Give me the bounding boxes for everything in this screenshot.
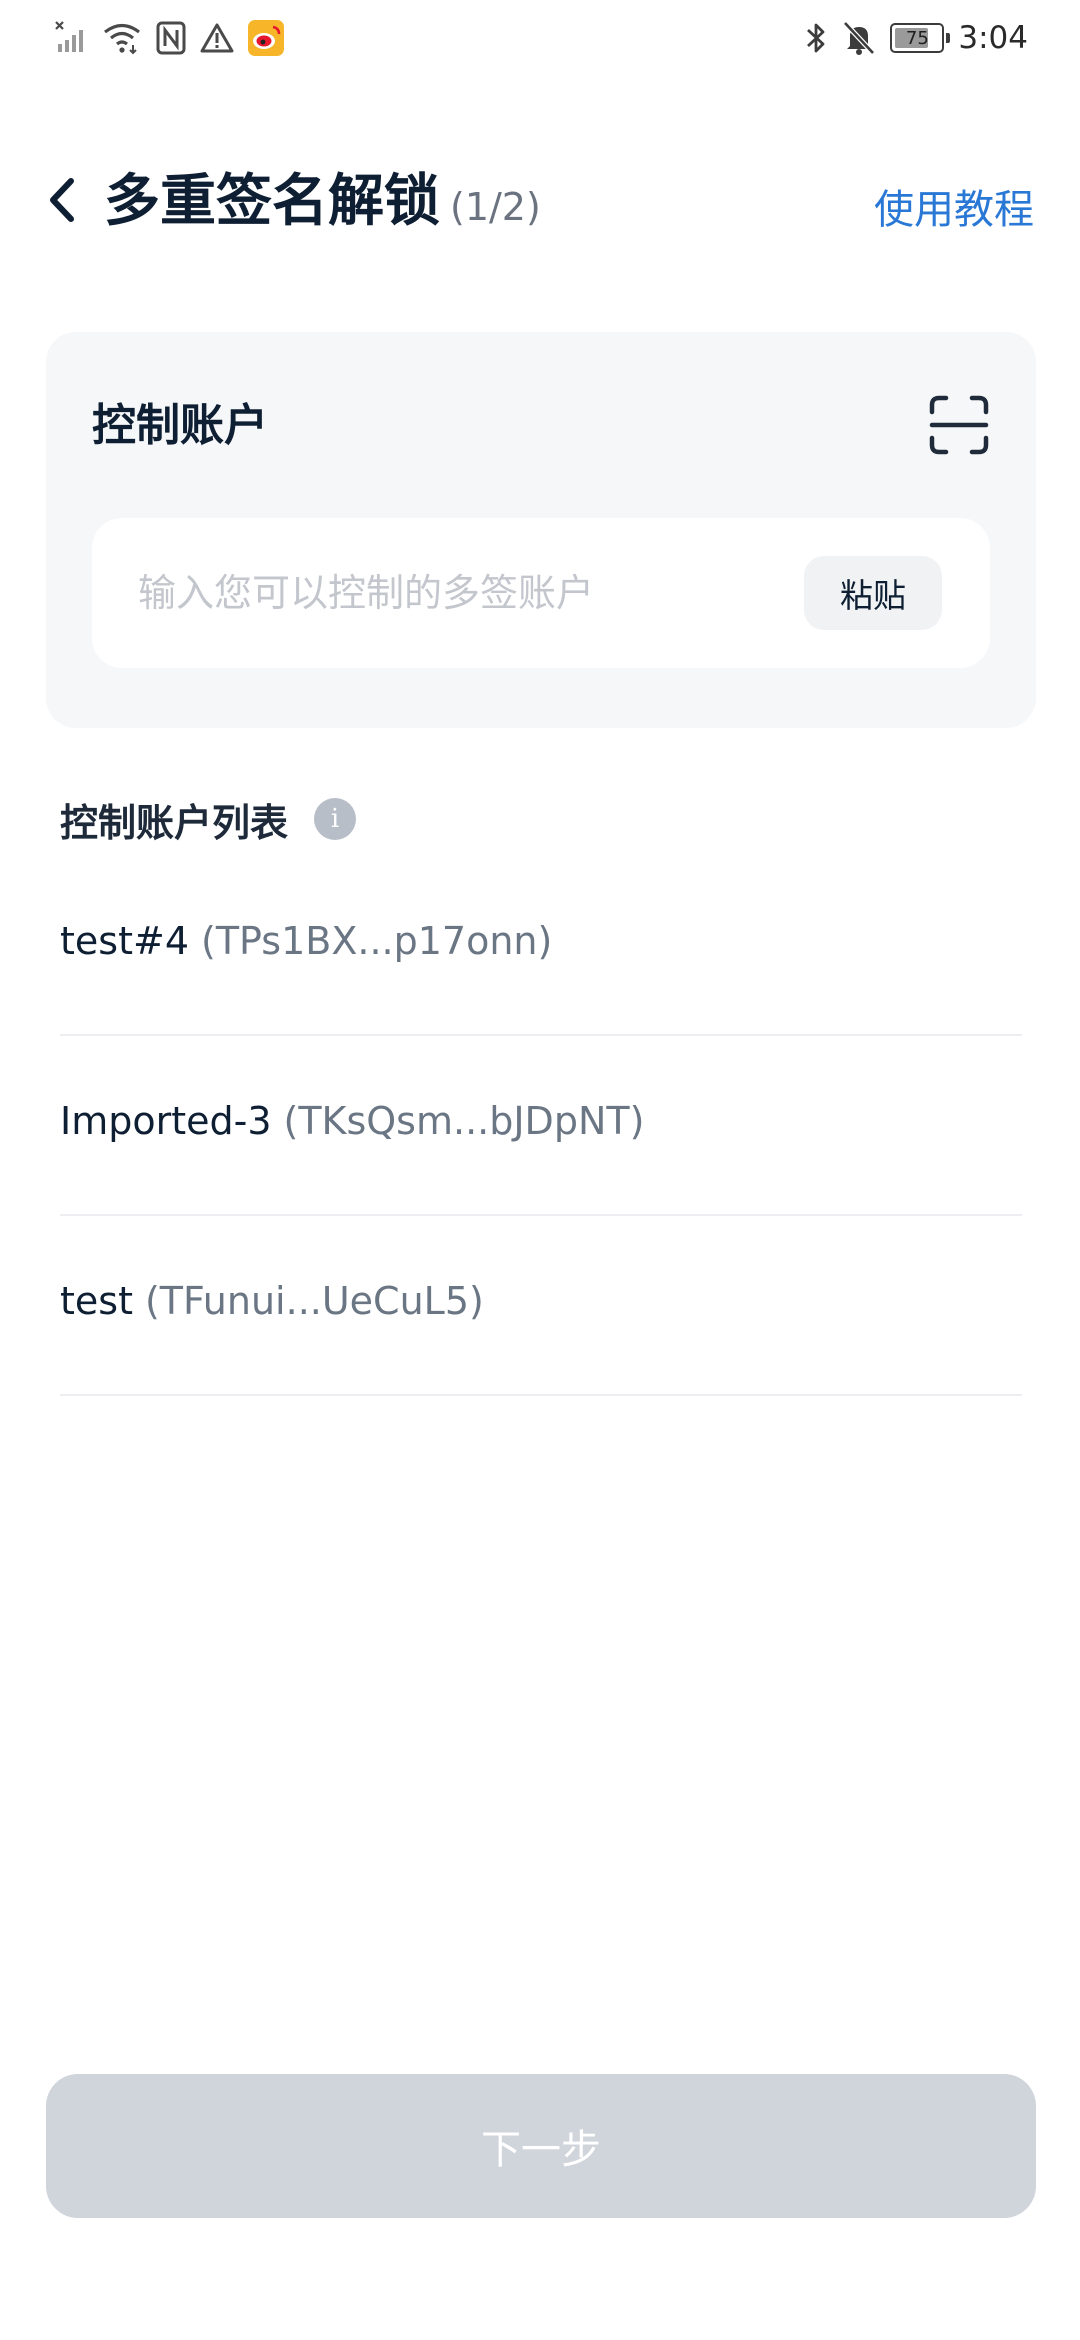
warning-icon	[200, 22, 234, 54]
status-bar-left	[54, 18, 284, 58]
no-signal-icon	[54, 20, 88, 56]
bell-off-icon	[842, 20, 876, 56]
account-name: test#4	[60, 919, 189, 963]
header: 多重签名解锁 (1/2) 使用教程	[0, 150, 1080, 260]
next-step-button[interactable]: 下一步	[46, 2074, 1036, 2218]
info-icon[interactable]: i	[314, 798, 357, 840]
account-list-item[interactable]: test#4 (TPs1BX...p17onn)	[60, 856, 1022, 1036]
page-title-text: 多重签名解锁	[104, 169, 440, 234]
battery-icon: 75	[890, 23, 951, 53]
address-input-wrapper: 粘贴	[92, 518, 990, 668]
nfc-icon	[156, 21, 186, 55]
control-account-title: 控制账户	[92, 400, 268, 451]
account-address: (TPs1BX...p17onn)	[201, 919, 553, 963]
page-title: 多重签名解锁 (1/2)	[104, 168, 541, 241]
wifi-icon	[102, 21, 142, 55]
status-time: 3:04	[958, 20, 1028, 56]
account-name: Imported-3	[60, 1099, 272, 1143]
account-address: (TFunui...UeCuL5)	[144, 1279, 484, 1323]
address-input[interactable]	[138, 558, 778, 628]
status-bar-right: 75 3:04	[804, 16, 1028, 60]
account-list-title: 控制账户列表	[60, 800, 289, 845]
battery-text: 75	[905, 27, 929, 49]
scan-icon	[929, 395, 989, 455]
status-bar: 75 3:04	[0, 0, 1080, 76]
chevron-left-icon	[50, 178, 74, 222]
account-name: test	[60, 1279, 133, 1323]
account-list-item[interactable]: Imported-3 (TKsQsm...bJDpNT)	[60, 1036, 1022, 1216]
account-address: (TKsQsm...bJDpNT)	[283, 1099, 645, 1143]
control-account-card: 控制账户 粘贴	[46, 332, 1036, 728]
tutorial-link[interactable]: 使用教程	[874, 182, 1034, 238]
weibo-icon	[248, 20, 284, 56]
page-step: (1/2)	[450, 185, 541, 229]
paste-button[interactable]: 粘贴	[804, 556, 942, 630]
account-list-item[interactable]: test (TFunui...UeCuL5)	[60, 1216, 1022, 1396]
account-list: test#4 (TPs1BX...p17onn) Imported-3 (TKs…	[60, 856, 1022, 1396]
scan-button[interactable]	[928, 394, 990, 456]
account-list-header: 控制账户列表 i	[60, 790, 357, 848]
back-button[interactable]	[36, 170, 88, 230]
bluetooth-icon	[804, 20, 828, 56]
